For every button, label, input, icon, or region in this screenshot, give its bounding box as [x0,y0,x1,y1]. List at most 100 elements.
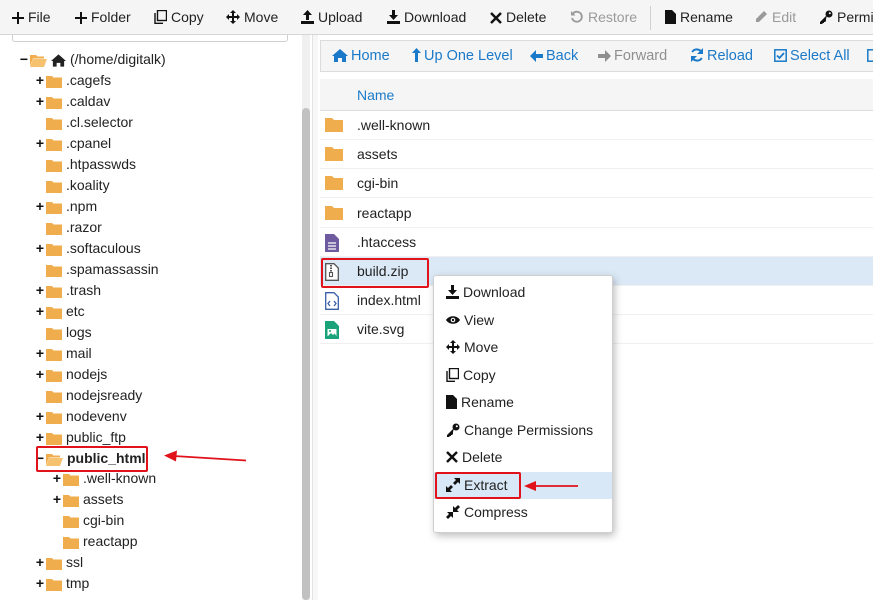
delete-button[interactable]: Delete [490,0,546,35]
upload-button[interactable]: Upload [301,0,362,35]
tree-item[interactable]: + .cpanel [34,133,111,153]
expand-toggle[interactable]: + [34,552,46,572]
move-label: Move [244,9,279,25]
tree-item[interactable]: + .npm [34,196,97,216]
context-menu-item-view[interactable]: View [434,307,612,334]
tree-root[interactable]: − (/home/digitalk) [18,49,166,69]
context-menu-item-delete[interactable]: Delete [434,444,612,471]
context-menu-label: View [464,311,495,328]
expand-toggle[interactable]: + [34,70,46,90]
reload-button[interactable]: Reload [690,41,753,73]
file-row[interactable]: .htaccess [320,228,873,257]
folder-icon [46,391,62,403]
pane-resize-handle[interactable] [312,35,318,600]
home-icon [51,54,66,67]
tree-item[interactable]: + .trash [34,280,101,300]
file-name: .htaccess [357,233,417,250]
context-menu-label: Delete [462,449,503,465]
tree-item[interactable]: .razor [34,217,102,237]
tree-item[interactable]: .spamassassin [34,259,159,279]
expand-toggle[interactable]: + [34,133,46,153]
html-file-icon [325,292,339,311]
rename-button[interactable]: Rename [665,0,733,35]
tree-item-label: tmp [66,575,90,591]
file-row[interactable]: .well-known [320,111,873,140]
expand-toggle[interactable]: + [34,280,46,300]
tree-item[interactable]: + nodejs [34,364,107,384]
annotation-arrow-extract [524,481,578,491]
expand-toggle[interactable]: + [34,91,46,111]
folder-icon [46,433,62,445]
file-row[interactable]: assets [320,140,873,170]
expand-toggle[interactable]: + [34,364,46,384]
tree-item[interactable]: logs [34,322,92,342]
tree-item-label: (/home/digitalk) [70,51,166,67]
context-menu-item-change-permissions[interactable]: Change Permissions [434,417,612,444]
restore-button[interactable]: Restore [570,0,637,35]
file-row[interactable]: cgi-bin [320,169,873,199]
context-menu-item-move[interactable]: Move [434,334,612,361]
move-button[interactable]: Move [226,0,278,35]
tree-item[interactable]: .cl.selector [34,112,133,132]
tree-item[interactable]: + .cagefs [34,70,111,90]
tree-scrollbar-thumb[interactable] [302,108,310,600]
key-icon [820,10,833,24]
expand-toggle[interactable]: + [34,196,46,216]
tree-item[interactable]: cgi-bin [51,510,124,530]
tree-item[interactable]: + mail [34,343,92,363]
tree-item[interactable]: .htpasswds [34,154,136,174]
file-type-icon [325,292,339,313]
column-header-name[interactable]: Name [357,79,394,111]
expand-toggle[interactable]: + [34,573,46,593]
tree-item[interactable]: + public_ftp [34,427,126,447]
tree-item[interactable]: + etc [34,301,85,321]
file-icon [446,395,457,409]
folder-icon [46,370,62,382]
expand-toggle[interactable]: + [34,427,46,447]
file-row[interactable]: reactapp [320,199,873,228]
file-type-icon [325,175,343,193]
permissions-button[interactable]: Permi [819,0,873,35]
context-menu-item-rename[interactable]: Rename [434,389,612,416]
tree-item-label: .softaculous [66,240,141,256]
context-menu-item-copy[interactable]: Copy [434,362,612,389]
tree-item[interactable]: + assets [51,489,123,509]
tree-item[interactable]: .koality [34,175,110,195]
expand-toggle[interactable]: + [51,489,63,509]
folder-icon [63,537,79,549]
copy-button[interactable]: Copy [154,0,204,35]
tree-item[interactable]: reactapp [51,531,137,551]
collapse-toggle[interactable]: − [18,49,30,69]
tree-item[interactable]: + nodevenv [34,406,127,426]
tree-item[interactable]: nodejsready [34,385,142,405]
download-button[interactable]: Download [387,0,466,35]
context-menu-item-download[interactable]: Download [434,279,612,306]
tree-search-input[interactable] [12,35,288,42]
home-button[interactable]: Home [332,41,390,73]
tree-item[interactable]: + .softaculous [34,238,141,258]
tree-item-label: .cl.selector [66,114,133,130]
file-name: assets [357,146,398,163]
forward-button[interactable]: Forward [598,41,667,73]
edit-button[interactable]: Edit [754,0,796,35]
folder-icon [325,147,343,162]
folder-icon [46,265,62,277]
unselect-all-button[interactable] [867,41,873,73]
expand-toggle[interactable]: + [34,406,46,426]
up-one-level-button[interactable]: Up One Level [412,41,513,73]
up-one-level-label: Up One Level [424,48,513,64]
x-icon [490,12,502,24]
back-button[interactable]: Back [530,41,578,73]
tree-item-label: etc [66,303,85,319]
tree-item[interactable]: + tmp [34,573,89,593]
new-file-button[interactable]: File [12,0,51,35]
new-folder-button[interactable]: Folder [75,0,131,35]
tree-item[interactable]: + .caldav [34,91,110,111]
expand-toggle[interactable]: + [34,343,46,363]
expand-toggle[interactable]: + [34,301,46,321]
plus-icon [75,12,87,24]
tree-item[interactable]: + ssl [34,552,83,572]
select-all-button[interactable]: Select All [774,41,850,73]
expand-toggle[interactable]: + [34,238,46,258]
context-menu-item-compress[interactable]: Compress [434,499,612,526]
